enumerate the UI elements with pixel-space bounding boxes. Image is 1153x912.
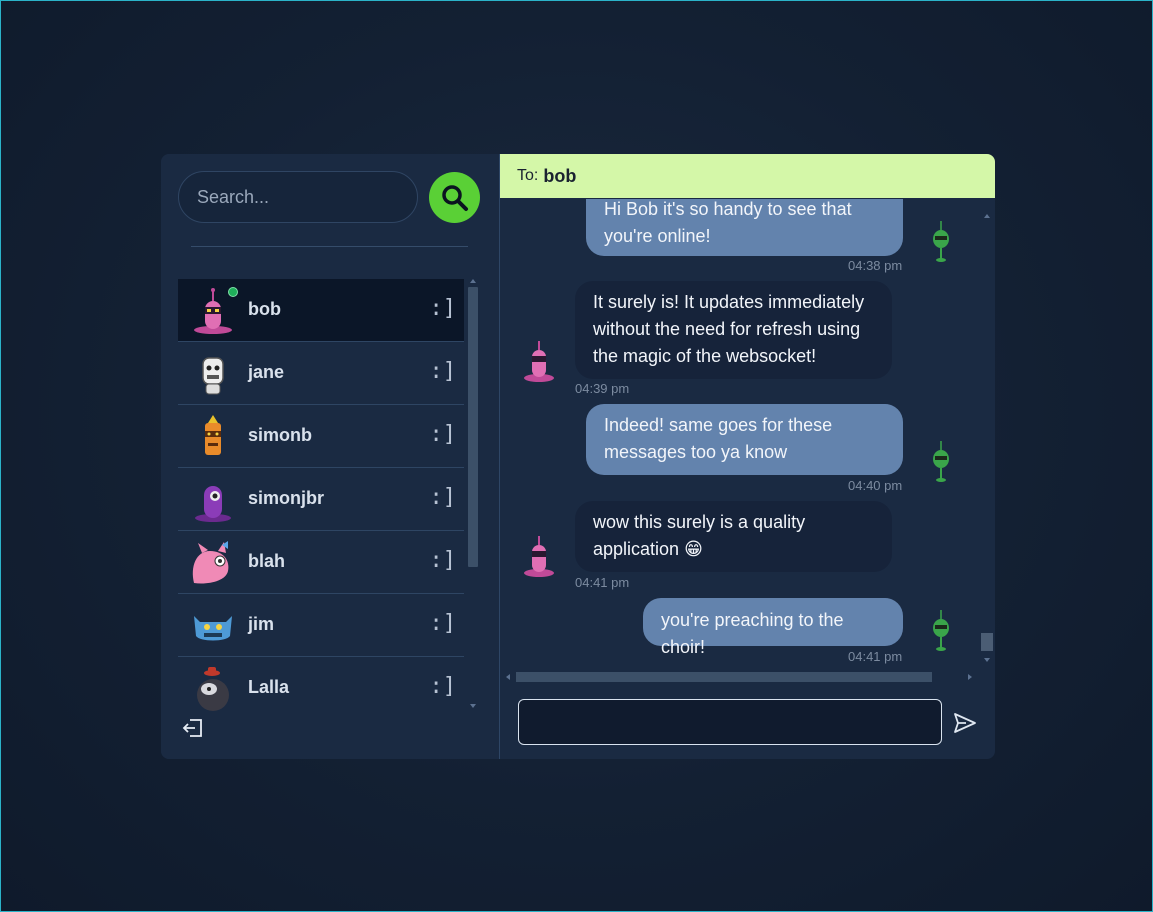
contact-name: bob bbox=[248, 299, 281, 319]
contact-name: simonb bbox=[248, 425, 313, 445]
contact-status: :] bbox=[429, 296, 457, 321]
send-icon[interactable] bbox=[952, 710, 978, 736]
green-monster-avatar-icon bbox=[933, 221, 949, 262]
scroll-left-arrow-icon bbox=[506, 674, 510, 680]
message-list: Hi Bob it's so handy to see that you're … bbox=[500, 199, 980, 669]
message-bubble-outgoing: Indeed! same goes for these messages too… bbox=[586, 404, 903, 475]
contact-item-blah[interactable]: blah :] bbox=[178, 531, 464, 594]
message-line: Indeed! same goes for these bbox=[604, 415, 833, 435]
contact-item-simonjbr[interactable]: simonjbr :] bbox=[178, 468, 464, 531]
message-bubble-outgoing: you're preaching to the choir! bbox=[643, 598, 903, 657]
contact-status: :] bbox=[429, 359, 457, 384]
contact-item-lalla[interactable]: Lalla :] bbox=[178, 657, 464, 714]
monster-avatar-icon bbox=[192, 541, 229, 584]
search-input[interactable] bbox=[178, 171, 418, 223]
scrollbar-thumb[interactable] bbox=[981, 633, 993, 651]
message-time: 04:39 pm bbox=[575, 381, 630, 396]
to-label: To: bbox=[517, 167, 539, 184]
online-indicator bbox=[228, 287, 238, 297]
contacts-panel: bob :] jane :] bbox=[161, 154, 500, 759]
recipient-name: bob bbox=[543, 165, 577, 186]
message-bubble-incoming: wow this surely is a quality application… bbox=[575, 501, 892, 572]
contact-name: blah bbox=[248, 551, 286, 571]
message-time: 04:40 pm bbox=[848, 478, 903, 493]
message-time: 04:38 pm bbox=[848, 258, 903, 273]
message-line: application 😁 bbox=[593, 539, 703, 559]
contact-item-bob[interactable]: bob :] bbox=[178, 279, 464, 342]
search-icon bbox=[441, 184, 468, 211]
monster-avatar-icon bbox=[194, 616, 232, 641]
contact-status: :] bbox=[429, 485, 457, 510]
pink-monster-avatar-icon bbox=[524, 341, 554, 382]
message-time: 04:41 pm bbox=[848, 649, 903, 664]
message-input[interactable] bbox=[518, 699, 942, 745]
chat-app: bob :] jane :] bbox=[161, 154, 995, 759]
contact-status: :] bbox=[429, 674, 457, 699]
contact-item-simonb[interactable]: simonb :] bbox=[178, 405, 464, 468]
contact-list: bob :] jane :] simonb:] simonjbr:] bla… bbox=[178, 279, 464, 714]
logout-icon[interactable] bbox=[181, 716, 205, 740]
contact-status: :] bbox=[429, 548, 457, 573]
scroll-down-arrow-icon bbox=[470, 704, 476, 708]
contact-item-jim[interactable]: jim :] bbox=[178, 594, 464, 657]
scroll-down-arrow-icon bbox=[984, 658, 990, 662]
message-line: wow this surely is a quality bbox=[593, 512, 806, 532]
message-line: It surely is! It updates immediately bbox=[593, 292, 865, 312]
pink-monster-avatar-icon bbox=[524, 536, 554, 577]
scroll-up-arrow-icon bbox=[470, 279, 476, 283]
message-list-horizontal-scrollbar[interactable] bbox=[504, 670, 978, 684]
message-line: Hi Bob it's so handy to see that bbox=[604, 199, 852, 219]
search-button[interactable] bbox=[429, 172, 480, 223]
contact-list-scrollbar[interactable] bbox=[466, 277, 480, 712]
monster-avatar-icon bbox=[202, 357, 224, 395]
scrollbar-thumb[interactable] bbox=[516, 672, 932, 682]
message-line: the magic of the websocket! bbox=[593, 346, 817, 366]
scrollbar-thumb[interactable] bbox=[468, 287, 478, 567]
message-line: without the need for refresh using bbox=[593, 319, 861, 339]
message-time: 04:41 pm bbox=[575, 575, 630, 590]
scroll-right-arrow-icon bbox=[968, 674, 972, 680]
contact-name: jim bbox=[248, 614, 275, 634]
contact-status: :] bbox=[429, 422, 457, 447]
contact-name: jane bbox=[248, 362, 285, 382]
monster-avatar-icon bbox=[197, 667, 229, 711]
monster-avatar-icon bbox=[195, 486, 231, 522]
message-bubble-outgoing: Hi Bob it's so handy to see that you're … bbox=[586, 199, 903, 256]
contact-name: simonjbr bbox=[248, 488, 325, 508]
green-monster-avatar-icon bbox=[933, 610, 949, 651]
scroll-up-arrow-icon bbox=[984, 214, 990, 218]
green-monster-avatar-icon bbox=[933, 441, 949, 482]
message-list-scrollbar[interactable] bbox=[980, 206, 994, 666]
monster-avatar-icon bbox=[205, 415, 221, 455]
contact-name: Lalla bbox=[248, 677, 290, 697]
message-line: messages too ya know bbox=[604, 442, 788, 462]
contact-item-jane[interactable]: jane :] bbox=[178, 342, 464, 405]
conversation-panel: To: bob Hi Bob it's so handy to see that… bbox=[500, 154, 995, 759]
recipient-bar: To: bob bbox=[500, 154, 995, 198]
message-line: you're online! bbox=[604, 226, 711, 246]
contact-status: :] bbox=[429, 611, 457, 636]
divider bbox=[191, 246, 468, 247]
message-bubble-incoming: It surely is! It updates immediately wit… bbox=[575, 281, 892, 379]
